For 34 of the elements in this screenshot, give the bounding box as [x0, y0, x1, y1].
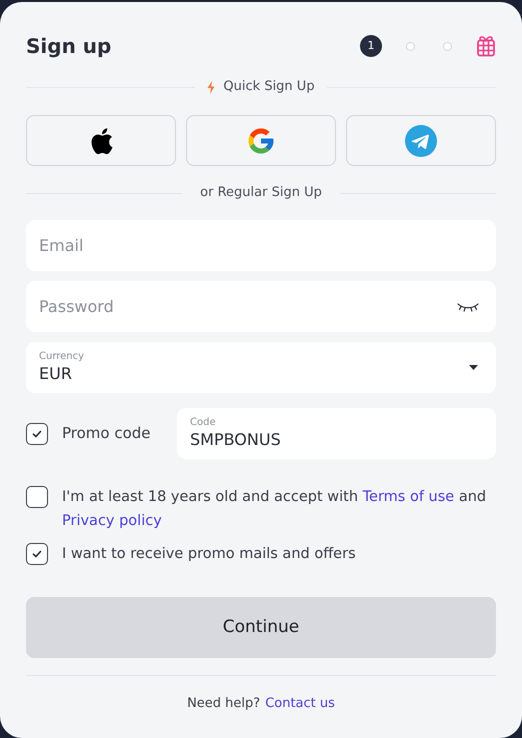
promo-code-field[interactable]: Code SMPBONUS [177, 408, 496, 459]
apple-signup-button[interactable] [26, 115, 176, 166]
continue-button[interactable]: Continue [26, 597, 496, 658]
lightning-icon [207, 80, 216, 94]
help-text: Need help? [187, 695, 260, 713]
checkbox[interactable] [26, 543, 48, 565]
telegram-signup-button[interactable] [346, 115, 496, 166]
google-signup-button[interactable] [186, 115, 336, 166]
policy-link[interactable]: Terms of use [362, 489, 454, 505]
agreement-text: I'm at least 18 years old and accept with Terms of use and Privacy policy [62, 488, 488, 531]
regular-signup-label: or Regular Sign Up [199, 184, 323, 202]
gift-icon [476, 35, 496, 57]
paper-plane-icon [405, 124, 437, 156]
closed-eye-icon[interactable] [456, 301, 480, 313]
promo-code-label: Promo code [62, 423, 151, 444]
currency-value: EUR [39, 363, 73, 385]
title: Sign up [26, 33, 112, 60]
step-indicator: 1 [360, 35, 382, 57]
email-field[interactable]: Email [26, 220, 496, 271]
checkbox[interactable] [26, 486, 48, 508]
password-field[interactable]: Password [26, 281, 496, 332]
code-label: Code [190, 416, 217, 429]
dropdown-caret-icon [469, 365, 478, 370]
checkmark-icon [31, 428, 43, 440]
google-icon [246, 126, 276, 156]
contact-us-link[interactable]: Contact us [265, 694, 335, 714]
agreement-text: I want to receive promo mails and offers [62, 545, 356, 564]
code-value: SMPBONUS [190, 429, 282, 451]
policy-link[interactable]: Privacy policy [62, 513, 162, 529]
currency-select[interactable]: Currency EUR [26, 342, 496, 393]
checkmark-icon [31, 548, 43, 560]
currency-label: Currency [39, 350, 86, 363]
checkbox[interactable] [26, 422, 48, 444]
quick-signup-label: Quick Sign Up [223, 78, 315, 96]
